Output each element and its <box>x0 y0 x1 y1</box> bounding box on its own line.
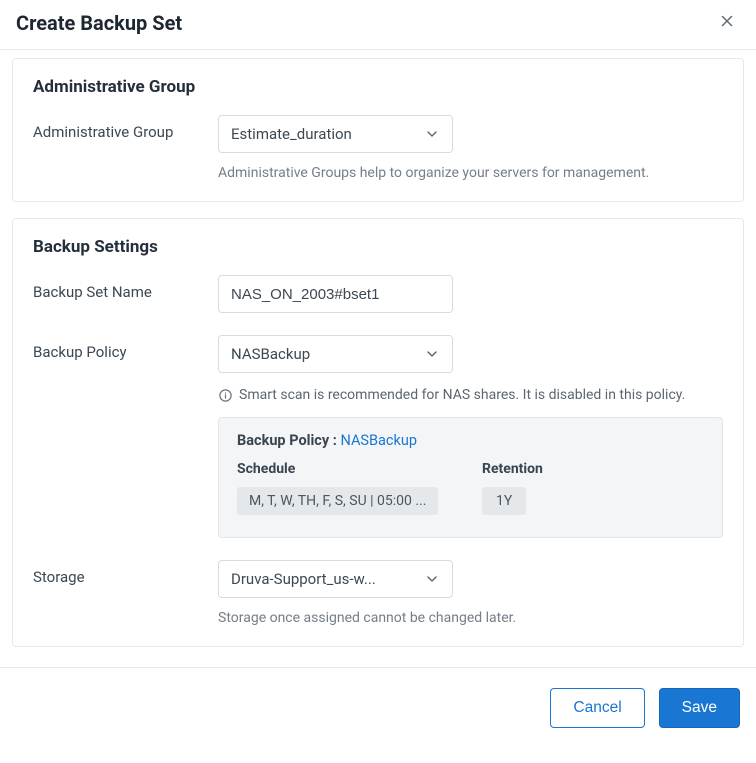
section-title-backup: Backup Settings <box>33 237 723 257</box>
policy-col-retention: Retention 1Y <box>482 461 592 519</box>
policy-schedule-head: Schedule <box>237 461 462 477</box>
policy-retention-chip: 1Y <box>482 487 526 515</box>
row-backup-name: Backup Set Name <box>33 275 723 313</box>
modal-body: Administrative Group Administrative Grou… <box>0 58 756 667</box>
chevron-down-icon <box>424 126 440 142</box>
panel-backup-settings: Backup Settings Backup Set Name Backup P… <box>12 218 744 647</box>
policy-col-schedule: Schedule M, T, W, TH, F, S, SU | 05:00 .… <box>237 461 462 519</box>
select-storage[interactable]: Druva-Support_us-w... <box>218 560 453 598</box>
section-title-admin: Administrative Group <box>33 77 723 97</box>
info-icon <box>218 388 233 403</box>
helper-storage: Storage once assigned cannot be changed … <box>218 610 723 626</box>
label-backup-name: Backup Set Name <box>33 275 218 301</box>
row-backup-policy: Backup Policy NASBackup Smart scan is re… <box>33 335 723 538</box>
modal-title: Create Backup Set <box>16 11 182 35</box>
row-storage: Storage Druva-Support_us-w... Storage on… <box>33 560 723 626</box>
policy-card-prefix: Backup Policy : <box>237 432 340 449</box>
policy-info-text: Smart scan is recommended for NAS shares… <box>239 387 685 403</box>
policy-card-header: Backup Policy : NASBackup <box>237 432 704 449</box>
modal-header: Create Backup Set <box>0 0 756 50</box>
select-backup-policy[interactable]: NASBackup <box>218 335 453 373</box>
policy-card-link[interactable]: NASBackup <box>340 432 417 449</box>
policy-info-line: Smart scan is recommended for NAS shares… <box>218 387 723 403</box>
policy-details-card: Backup Policy : NASBackup Schedule M, T,… <box>218 417 723 538</box>
row-admin-group: Administrative Group Estimate_duration A… <box>33 115 723 181</box>
select-admin-group[interactable]: Estimate_duration <box>218 115 453 153</box>
save-button[interactable]: Save <box>659 688 740 728</box>
select-storage-value: Druva-Support_us-w... <box>231 570 376 588</box>
modal-footer: Cancel Save <box>0 667 756 746</box>
label-storage: Storage <box>33 560 218 586</box>
policy-schedule-chip: M, T, W, TH, F, S, SU | 05:00 ... <box>237 487 438 515</box>
panel-admin-group: Administrative Group Administrative Grou… <box>12 58 744 202</box>
label-admin-group: Administrative Group <box>33 115 218 141</box>
label-backup-policy: Backup Policy <box>33 335 218 361</box>
input-backup-name[interactable] <box>218 275 453 313</box>
policy-retention-head: Retention <box>482 461 592 477</box>
chevron-down-icon <box>424 571 440 587</box>
select-admin-group-value: Estimate_duration <box>231 125 352 143</box>
cancel-button[interactable]: Cancel <box>550 688 644 728</box>
close-icon <box>718 18 736 33</box>
close-button[interactable] <box>714 8 740 37</box>
policy-grid: Schedule M, T, W, TH, F, S, SU | 05:00 .… <box>237 461 704 519</box>
chevron-down-icon <box>424 346 440 362</box>
select-backup-policy-value: NASBackup <box>231 345 310 363</box>
helper-admin-group: Administrative Groups help to organize y… <box>218 165 723 181</box>
